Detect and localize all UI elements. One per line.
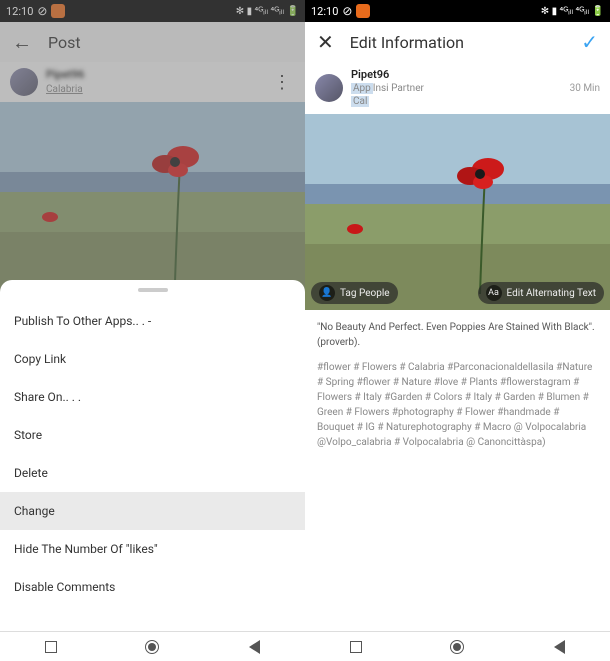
post-author-row: Pipet96 AppInsi Partner Cal 30 Min <box>305 62 610 114</box>
nav-home-button[interactable] <box>449 639 465 655</box>
dnd-icon: ⊘ <box>342 4 352 18</box>
caption-editor[interactable]: "No Beauty And Perfect. Even Poppies Are… <box>305 310 610 654</box>
system-navbar <box>305 631 610 661</box>
notification-icon <box>51 4 65 18</box>
post-photo[interactable]: 👤 Tag People Aa Edit Alternating Text <box>305 114 610 310</box>
header: ✕ Edit Information ✓ <box>305 22 610 62</box>
status-time: 12:10 <box>6 5 33 18</box>
header: ← Post <box>0 22 305 62</box>
sheet-handle[interactable] <box>138 288 168 292</box>
notification-icon <box>356 4 370 18</box>
system-navbar <box>0 631 305 661</box>
caption-hashtags: #flower # Flowers # Calabria #Parconacio… <box>317 360 598 450</box>
nav-recent-button[interactable] <box>43 639 59 655</box>
menu-disable-comments[interactable]: Disable Comments <box>0 568 305 606</box>
header-title: Post <box>48 33 293 52</box>
screen-post-menu: 12:10 ⊘ ✻ ▮ ⁴ᴳᵢₗₗ ⁴ᴳᵢₗₗ 🔋 ← Post Pipet96… <box>0 0 305 661</box>
status-icons: ✻ ▮ ⁴ᴳᵢₗₗ ⁴ᴳᵢₗₗ 🔋 <box>541 6 604 17</box>
status-bar: 12:10 ⊘ ✻ ▮ ⁴ᴳᵢₗₗ ⁴ᴳᵢₗₗ 🔋 <box>0 0 305 22</box>
location[interactable]: Cal <box>351 95 562 108</box>
tag-people-button[interactable]: 👤 Tag People <box>311 282 398 304</box>
user-subtext: AppInsi Partner <box>351 82 562 95</box>
post-author-row: Pipet96 Calabria ⋮ <box>0 62 305 102</box>
avatar[interactable] <box>315 74 343 102</box>
post-photo <box>0 102 305 298</box>
menu-store[interactable]: Store <box>0 416 305 454</box>
menu-delete[interactable]: Delete <box>0 454 305 492</box>
close-icon[interactable]: ✕ <box>317 30 334 54</box>
timestamp: 30 Min <box>570 83 600 94</box>
nav-home-button[interactable] <box>144 639 160 655</box>
username[interactable]: Pipet96 <box>351 68 562 82</box>
menu-share-on[interactable]: Share On.. . . <box>0 378 305 416</box>
status-time: 12:10 <box>311 5 338 18</box>
menu-change[interactable]: Change <box>0 492 305 530</box>
nav-back-button[interactable] <box>551 639 567 655</box>
status-icons: ✻ ▮ ⁴ᴳᵢₗₗ ⁴ᴳᵢₗₗ 🔋 <box>236 6 299 17</box>
status-bar: 12:10 ⊘ ✻ ▮ ⁴ᴳᵢₗₗ ⁴ᴳᵢₗₗ 🔋 <box>305 0 610 22</box>
confirm-check-icon[interactable]: ✓ <box>581 30 598 54</box>
user-badge: App <box>351 83 373 94</box>
edit-alt-text-button[interactable]: Aa Edit Alternating Text <box>478 282 604 304</box>
avatar[interactable] <box>10 68 38 96</box>
menu-hide-likes[interactable]: Hide The Number Of "likes" <box>0 530 305 568</box>
dnd-icon: ⊘ <box>37 4 47 18</box>
nav-back-button[interactable] <box>246 639 262 655</box>
person-icon: 👤 <box>319 285 335 301</box>
action-sheet: Publish To Other Apps.. . - Copy Link Sh… <box>0 280 305 631</box>
username[interactable]: Pipet96 <box>46 68 261 82</box>
more-icon[interactable]: ⋮ <box>269 72 295 93</box>
location[interactable]: Calabria <box>46 83 261 96</box>
back-arrow-icon[interactable]: ← <box>12 30 32 55</box>
menu-copy-link[interactable]: Copy Link <box>0 340 305 378</box>
screen-edit-info: 12:10 ⊘ ✻ ▮ ⁴ᴳᵢₗₗ ⁴ᴳᵢₗₗ 🔋 ✕ Edit Informa… <box>305 0 610 661</box>
menu-publish-other-apps[interactable]: Publish To Other Apps.. . - <box>0 302 305 340</box>
nav-recent-button[interactable] <box>348 639 364 655</box>
caption-quote: "No Beauty And Perfect. Even Poppies Are… <box>317 320 598 350</box>
header-title: Edit Information <box>350 33 565 52</box>
alt-text-icon: Aa <box>486 285 502 301</box>
